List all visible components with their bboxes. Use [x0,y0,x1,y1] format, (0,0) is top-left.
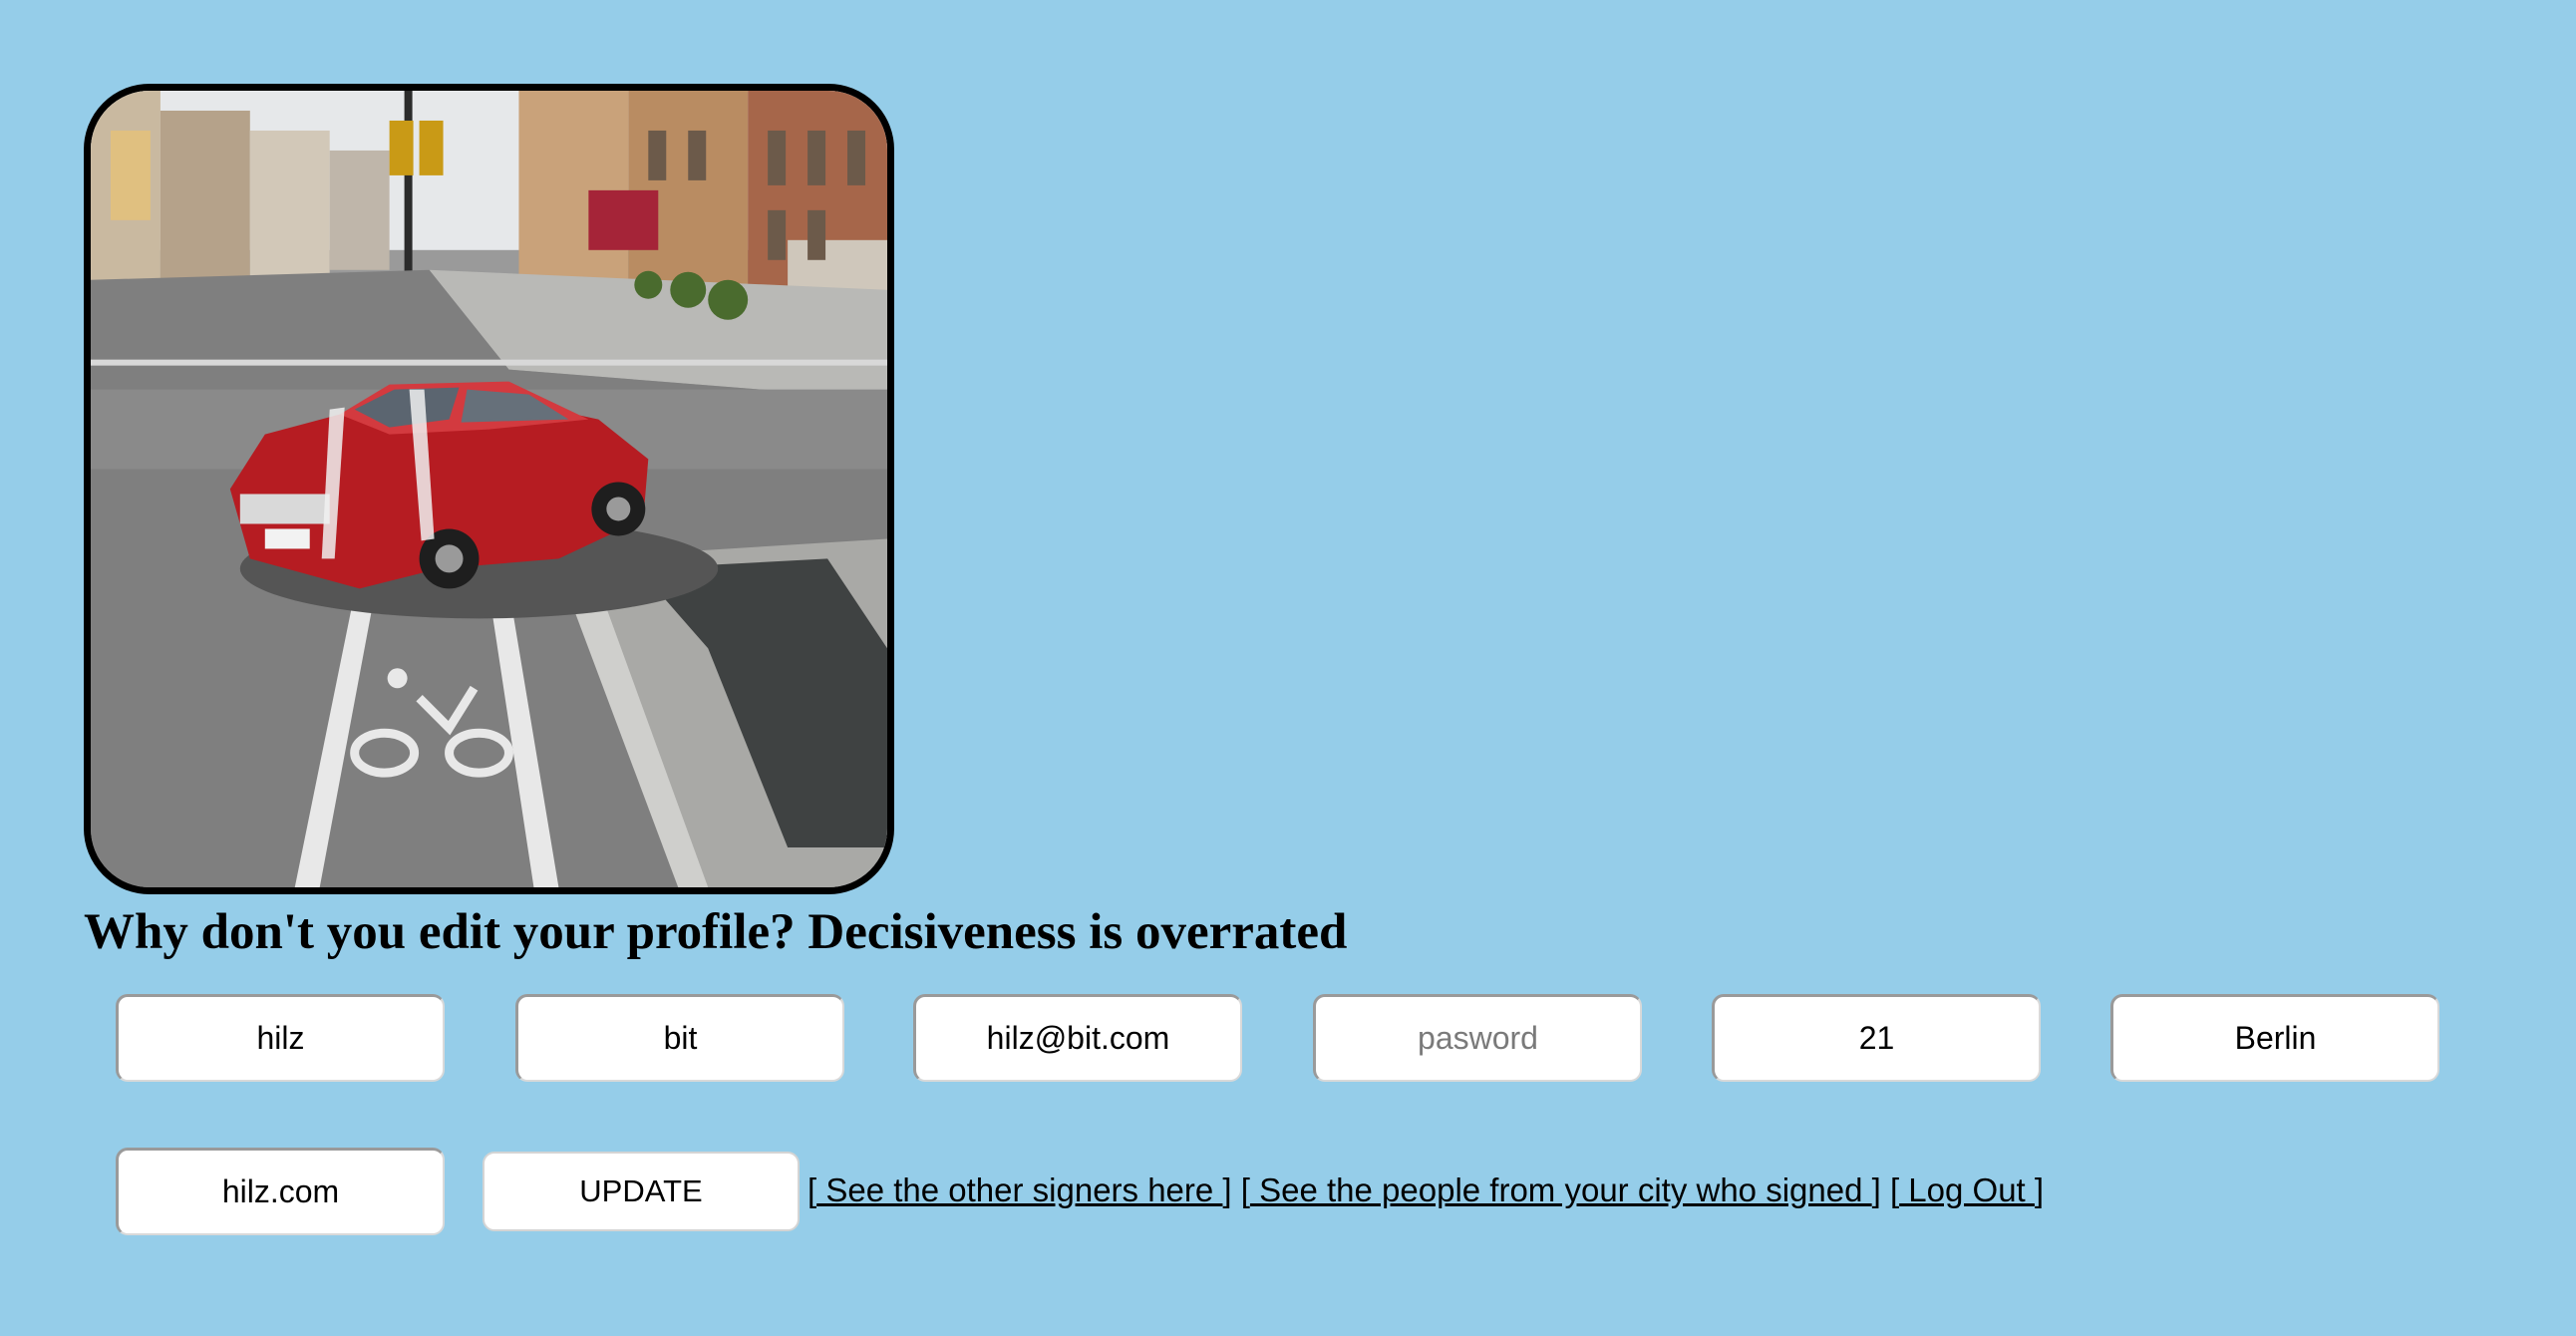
profile-links: [ See the other signers here ] [ See the… [807,1169,2044,1211]
bracket-close: ] [1222,1171,1232,1208]
bracket-open: [ [807,1171,817,1208]
last-name-input[interactable] [515,994,844,1082]
bracket-open: [ [1889,1171,1900,1208]
logout-link[interactable]: Log Out [1899,1171,2035,1208]
update-button[interactable]: UPDATE [483,1152,800,1231]
homepage-url-input[interactable] [116,1148,445,1235]
password-input[interactable] [1313,994,1642,1082]
street-photo-image [91,91,887,887]
email-input[interactable] [913,994,1242,1082]
city-signers-link[interactable]: See the people from your city who signed [1250,1171,1872,1208]
other-signers-link[interactable]: See the other signers here [816,1171,1222,1208]
bracket-close: ] [1871,1171,1881,1208]
bracket-open: [ [1240,1171,1250,1208]
city-input[interactable] [2110,994,2439,1082]
bracket-close: ] [2034,1171,2045,1208]
page-title: Why don't you edit your profile? Decisiv… [84,904,1348,960]
age-input[interactable] [1712,994,2041,1082]
profile-photo [84,84,894,894]
first-name-input[interactable] [116,994,445,1082]
